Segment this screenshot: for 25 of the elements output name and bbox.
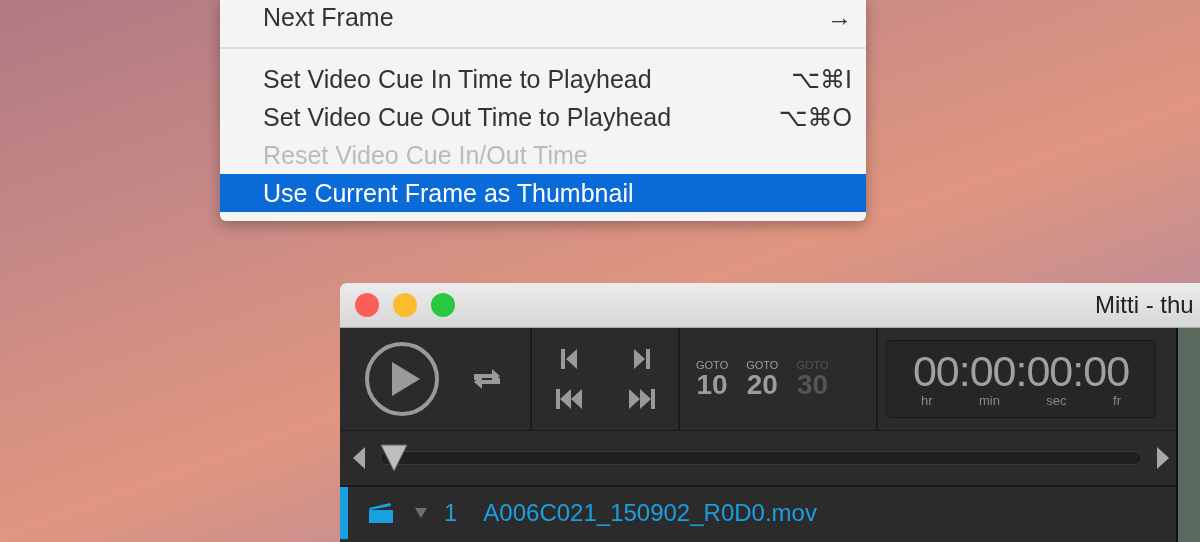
timecode-unit: sec [1046, 393, 1067, 408]
previous-icon[interactable] [558, 348, 579, 370]
goto-button[interactable]: GOTO 10 [696, 359, 729, 399]
playhead-handle[interactable] [380, 444, 408, 472]
cue-number: 1 [444, 499, 458, 527]
menu-item[interactable]: Set Video Cue Out Time to Playhead ⌥⌘O [220, 98, 866, 136]
clapperboard-icon [368, 502, 394, 524]
timecode-unit: fr [1113, 393, 1121, 408]
menu-item[interactable]: Set Video Cue In Time to Playhead ⌥⌘I [220, 60, 866, 98]
rewind-icon[interactable] [554, 388, 583, 410]
window-title: Mitti - thu [1095, 291, 1194, 319]
scrubber-track[interactable] [380, 444, 1142, 472]
next-icon[interactable] [631, 348, 652, 370]
right-arrow-icon[interactable] [1156, 446, 1170, 470]
timecode-unit: min [979, 393, 1000, 408]
timecode-value: 00:00:00:00 [912, 350, 1130, 393]
timecode-unit: hr [921, 393, 933, 408]
fast-forward-icon[interactable] [627, 388, 656, 410]
disclosure-triangle-icon[interactable] [414, 507, 428, 519]
menu-item[interactable]: Use Current Frame as Thumbnail [220, 174, 866, 212]
menu-item[interactable]: Next Frame → [220, 0, 866, 36]
left-arrow-icon[interactable] [352, 446, 366, 470]
cue-file-name: A006C021_150902_R0D0.mov [483, 499, 817, 527]
goto-button[interactable]: GOTO 20 [746, 359, 779, 399]
play-icon[interactable] [364, 341, 440, 417]
